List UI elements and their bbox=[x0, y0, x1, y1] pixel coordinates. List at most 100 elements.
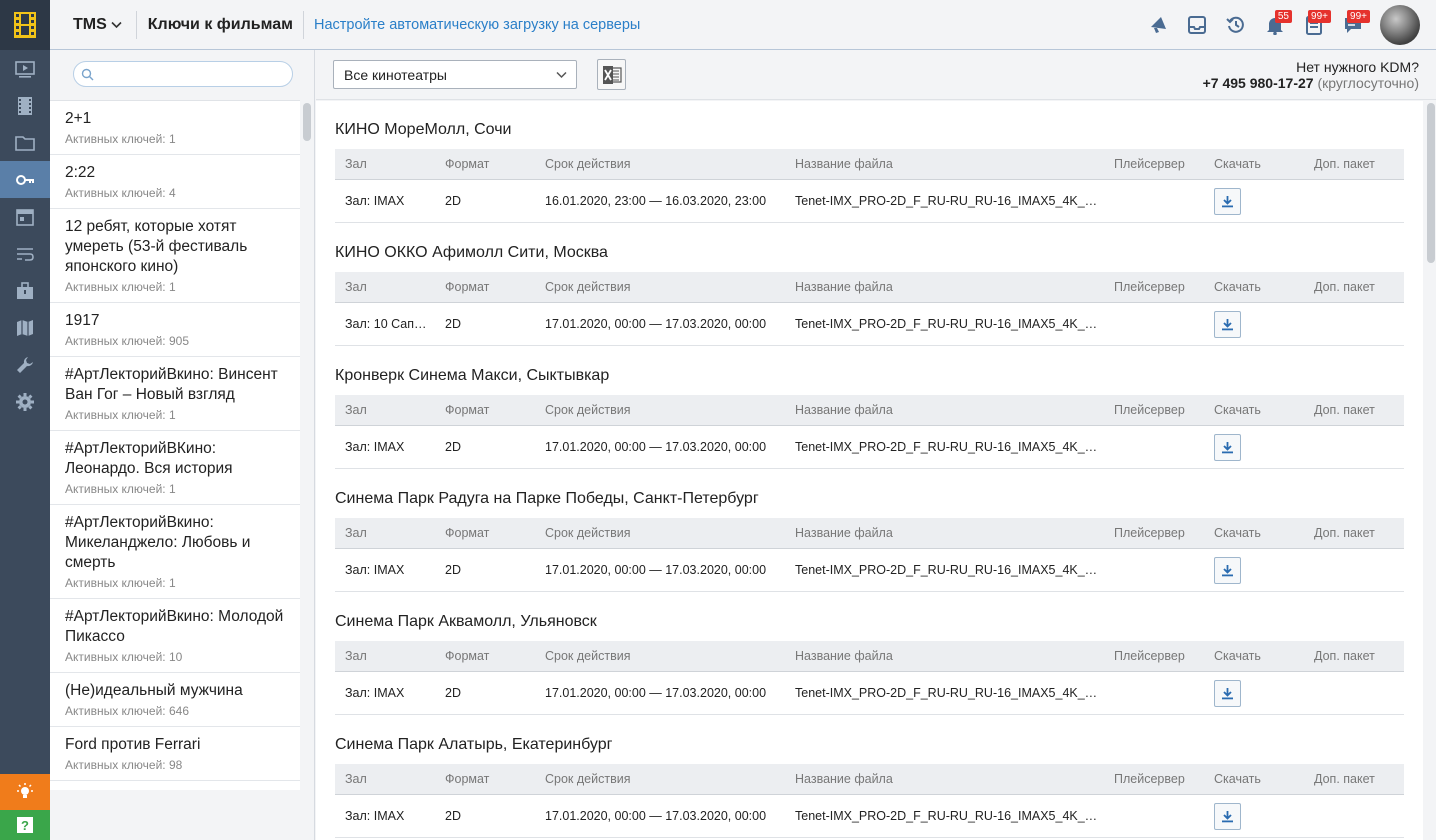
chevron-down-icon bbox=[111, 21, 122, 28]
announcements-icon[interactable] bbox=[1138, 0, 1177, 50]
cinema-select-value: Все кинотеатры bbox=[344, 66, 447, 83]
column-header-format: Формат bbox=[445, 157, 490, 171]
column-header-player: Плейсервер bbox=[1114, 772, 1185, 786]
autoload-link[interactable]: Настройте автоматическую загрузку на сер… bbox=[314, 17, 640, 33]
film-title: 2+1 bbox=[65, 110, 92, 127]
gear-icon[interactable] bbox=[0, 383, 50, 420]
wrench-icon[interactable] bbox=[0, 346, 50, 383]
key-icon[interactable] bbox=[0, 161, 50, 198]
download-button[interactable] bbox=[1214, 310, 1241, 338]
column-header-download: Скачать bbox=[1214, 157, 1261, 171]
column-header-validity: Срок действия bbox=[545, 526, 631, 540]
download-button[interactable] bbox=[1214, 433, 1241, 461]
download-button[interactable] bbox=[1214, 679, 1241, 707]
film-active-keys: Активных ключей: 1 bbox=[65, 576, 176, 590]
film-title: #АртЛекторийВКино: Леонардо. Вся история bbox=[65, 440, 233, 477]
film-list-item[interactable]: #АртЛекторийВкино: Молодой Пикассо Активн… bbox=[50, 599, 300, 673]
download-icon bbox=[1222, 687, 1233, 699]
download-icon bbox=[1222, 564, 1233, 576]
download-cell bbox=[1204, 556, 1304, 584]
cinema-block: Синема Парк Радуга на Парке Победы, Санк… bbox=[335, 470, 1404, 592]
table-header: Зал Формат Срок действия Название файла Плей… bbox=[335, 272, 1404, 303]
column-header-filename: Название файла bbox=[795, 280, 893, 294]
cell-format: 2D bbox=[445, 563, 461, 577]
cinema-block: Синема Парк Аквамолл, Ульяновск Зал Формат… bbox=[335, 593, 1404, 715]
cell-hall: Зал: IMAX bbox=[345, 809, 405, 823]
download-button[interactable] bbox=[1214, 556, 1241, 584]
film-list-item[interactable]: #АртЛекторийВкино: Винсент Ван Гог – Нов… bbox=[50, 357, 300, 431]
search-box[interactable] bbox=[73, 61, 293, 87]
messages-icon[interactable]: 99+ bbox=[1333, 0, 1372, 50]
history-icon[interactable] bbox=[1216, 0, 1255, 50]
column-header-filename: Название файла bbox=[795, 526, 893, 540]
help-icon[interactable]: ? bbox=[0, 810, 50, 840]
film-strip-icon[interactable] bbox=[0, 87, 50, 124]
film-list-item[interactable]: (Не)идеальный мужчина Активных ключей: 64… bbox=[50, 673, 300, 727]
download-button[interactable] bbox=[1214, 802, 1241, 830]
bell-icon[interactable]: 55 bbox=[1255, 0, 1294, 50]
column-header-extra: Доп. пакет bbox=[1314, 157, 1375, 171]
search-input[interactable] bbox=[98, 65, 286, 83]
player-icon[interactable] bbox=[0, 50, 50, 87]
kdm-phone[interactable]: +7 495 980-17-27 bbox=[1203, 75, 1314, 91]
map-icon[interactable] bbox=[0, 309, 50, 346]
cinema-name: Кронверк Синема Макси, Сыктывкар bbox=[335, 367, 610, 384]
column-header-filename: Название файла bbox=[795, 403, 893, 417]
cell-validity: 16.01.2020, 23:00 — 16.03.2020, 23:00 bbox=[545, 194, 767, 208]
inbox-icon[interactable] bbox=[1177, 0, 1216, 50]
film-list-item[interactable]: Ford против Ferrari Активных ключей: 98 bbox=[50, 727, 300, 781]
film-list-item[interactable]: 1917 Активных ключей: 905 bbox=[50, 303, 300, 357]
film-logo-icon[interactable] bbox=[0, 0, 50, 50]
cell-validity: 17.01.2020, 00:00 — 17.03.2020, 00:00 bbox=[545, 440, 767, 454]
column-header-validity: Срок действия bbox=[545, 649, 631, 663]
calendar-icon[interactable] bbox=[0, 198, 50, 235]
content-scrollbar-thumb[interactable] bbox=[1427, 103, 1435, 263]
cell-format: 2D bbox=[445, 440, 461, 454]
film-active-keys: Активных ключей: 1 bbox=[65, 408, 176, 422]
lightbulb-icon[interactable] bbox=[0, 774, 50, 810]
film-active-keys: Активных ключей: 4 bbox=[65, 186, 176, 200]
cell-file: Tenet-IMX_PRO-2D_F_RU-RU_RU-16_IMAX5_4K_… bbox=[795, 686, 1098, 700]
column-header-filename: Название файла bbox=[795, 772, 893, 786]
film-active-keys: Активных ключей: 1 bbox=[65, 482, 176, 496]
cinema-block: КИНО МореМолл, Сочи Зал Формат Срок действи… bbox=[335, 101, 1404, 223]
playlist-icon[interactable] bbox=[0, 235, 50, 272]
download-button[interactable] bbox=[1214, 187, 1241, 215]
cell-file: Tenet-IMX_PRO-2D_F_RU-RU_RU-16_IMAX5_4K_… bbox=[795, 317, 1098, 331]
folder-icon[interactable] bbox=[0, 124, 50, 161]
brand-menu[interactable]: TMS bbox=[50, 16, 122, 34]
kdm-support-info: Нет нужного KDM? +7 495 980-17-27 (кругл… bbox=[1203, 59, 1419, 91]
film-list-scrollbar-track[interactable] bbox=[300, 100, 314, 840]
column-header-validity: Срок действия bbox=[545, 157, 631, 171]
excel-icon bbox=[602, 65, 622, 84]
briefcase-icon[interactable] bbox=[0, 272, 50, 309]
cinema-name: Синема Парк Радуга на Парке Победы, Санк… bbox=[335, 490, 759, 507]
tasks-icon[interactable]: 99+ bbox=[1294, 0, 1333, 50]
avatar[interactable] bbox=[1380, 5, 1420, 45]
column-header-download: Скачать bbox=[1214, 772, 1261, 786]
film-list-item[interactable]: 12 ребят, которые хотят умереть (53-й фе… bbox=[50, 209, 300, 303]
film-list-scrollbar-thumb[interactable] bbox=[303, 103, 311, 141]
film-list-item[interactable]: #АртЛекторийВКино: Леонардо. Вся история… bbox=[50, 431, 300, 505]
film-list: 2+1 Активных ключей: 1 2:22 Активных ключей… bbox=[50, 100, 300, 790]
film-list-item[interactable]: #АртЛекторийВкино: Микеланджело: Любовь … bbox=[50, 505, 300, 599]
cell-file: Tenet-IMX_PRO-2D_F_RU-RU_RU-16_IMAX5_4K_… bbox=[795, 563, 1098, 577]
download-icon bbox=[1222, 195, 1233, 207]
kdm-question: Нет нужного KDM? bbox=[1296, 59, 1419, 75]
download-cell bbox=[1204, 433, 1304, 461]
cinema-select[interactable]: Все кинотеатры bbox=[333, 60, 577, 89]
download-cell bbox=[1204, 679, 1304, 707]
film-list-item[interactable]: 2:22 Активных ключей: 4 bbox=[50, 155, 300, 209]
film-active-keys: Активных ключей: 98 bbox=[65, 758, 183, 772]
cell-validity: 17.01.2020, 00:00 — 17.03.2020, 00:00 bbox=[545, 317, 767, 331]
film-list-item[interactable]: 2+1 Активных ключей: 1 bbox=[50, 101, 300, 155]
column-header-player: Плейсервер bbox=[1114, 403, 1185, 417]
divider bbox=[135, 10, 137, 39]
cell-validity: 17.01.2020, 00:00 — 17.03.2020, 00:00 bbox=[545, 686, 767, 700]
column-header-hall: Зал bbox=[345, 772, 367, 786]
excel-export-button[interactable] bbox=[597, 59, 626, 90]
cell-validity: 17.01.2020, 00:00 — 17.03.2020, 00:00 bbox=[545, 809, 767, 823]
column-header-player: Плейсервер bbox=[1114, 649, 1185, 663]
table-row: Зал: IMAX 2D 17.01.2020, 00:00 — 17.03.202… bbox=[335, 672, 1404, 715]
column-header-hall: Зал bbox=[345, 526, 367, 540]
